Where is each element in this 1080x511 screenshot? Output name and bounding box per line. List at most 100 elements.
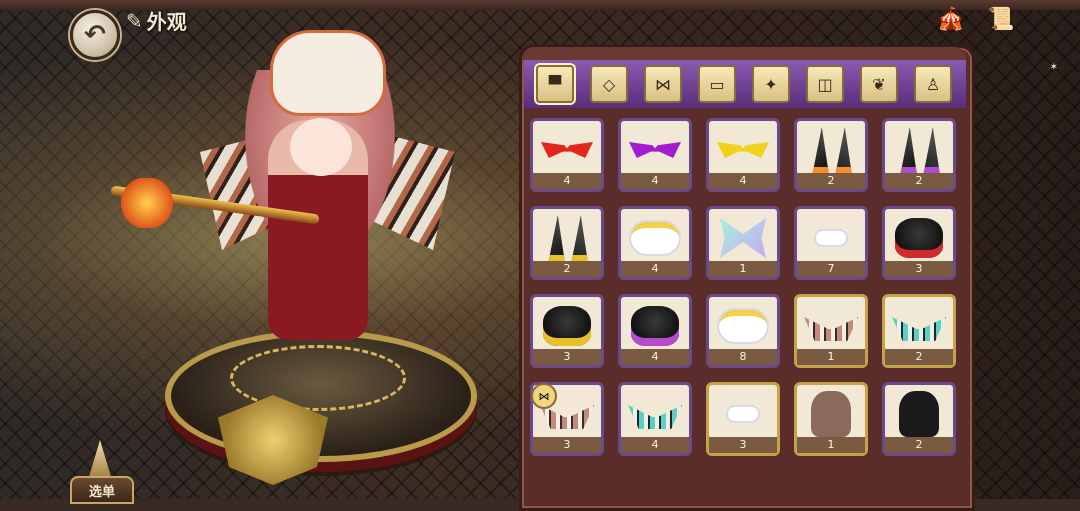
item-slot[interactable]: 3 <box>706 382 780 456</box>
cat-pot-icon <box>895 218 943 258</box>
item-slot[interactable]: 2 <box>882 118 956 192</box>
sparkle-icon: ✶ <box>1049 62 1058 73</box>
glasses-icon <box>717 142 769 158</box>
item-count: 4 <box>621 437 689 453</box>
cloud-crown-icon <box>719 310 767 342</box>
mask-icon: ◇ <box>602 74 616 94</box>
item-art <box>891 303 947 349</box>
item-art <box>627 303 683 349</box>
item-count: 2 <box>797 173 865 189</box>
item-slot[interactable]: 2 <box>882 294 956 368</box>
category-tabs: ▀ ◇ ⋈ ▭ ✦ ◫ ❦ ♙ <box>524 60 966 108</box>
item-slot[interactable]: 2 <box>530 206 604 280</box>
item-count: 4 <box>621 349 689 365</box>
tab-mask[interactable]: ◇ <box>590 65 628 103</box>
item-art <box>627 215 683 261</box>
item-slot[interactable]: 4 <box>618 294 692 368</box>
tab-frame[interactable]: ◫ <box>806 65 844 103</box>
item-art <box>803 127 859 173</box>
item-art <box>715 215 771 261</box>
butterfly-wings-icon <box>720 218 766 258</box>
menu-label: 选单 <box>70 476 134 504</box>
belt-icon: ▭ <box>709 74 725 94</box>
item-art <box>891 391 947 437</box>
cat-pot-icon <box>543 306 591 346</box>
item-slot[interactable]: 4 <box>618 206 692 280</box>
item-slot[interactable]: 2 <box>882 382 956 456</box>
item-count: 8 <box>709 349 777 365</box>
horns-icon <box>548 215 588 261</box>
item-count: 7 <box>797 261 865 277</box>
item-slot[interactable]: 3 <box>882 206 956 280</box>
beast-costume-icon <box>811 391 851 437</box>
item-slot[interactable]: 4 <box>618 382 692 456</box>
item-count: 1 <box>797 349 865 365</box>
item-art <box>539 127 595 173</box>
item-count: 4 <box>621 261 689 277</box>
item-art <box>891 127 947 173</box>
teal-wings-icon <box>892 317 946 341</box>
back-arrow-icon: ↶ <box>84 20 106 50</box>
panel-header-strip <box>522 47 966 61</box>
item-count: 1 <box>797 437 865 453</box>
item-slot[interactable]: 1 <box>794 382 868 456</box>
item-slot[interactable]: ⋈ 3 <box>530 382 604 456</box>
item-art <box>539 215 595 261</box>
item-count: 3 <box>709 437 777 453</box>
item-art <box>715 303 771 349</box>
butterfly-badge-icon: ⋈ <box>531 383 557 409</box>
item-count: 3 <box>885 261 953 277</box>
glasses-icon <box>629 142 681 158</box>
wings-icon <box>804 317 858 341</box>
tab-effects[interactable]: ✦ <box>752 65 790 103</box>
tab-wings[interactable]: ⋈ <box>644 65 682 103</box>
item-art <box>627 391 683 437</box>
horns-icon <box>900 127 940 173</box>
item-slot[interactable]: 7 <box>794 206 868 280</box>
glasses-icon <box>541 142 593 158</box>
beast-costume-icon <box>899 391 939 437</box>
back-button[interactable]: ↶ <box>70 10 120 60</box>
item-grid: 4 4 4 2 2 2 4 1 7 3 3 4 8 1 2 ⋈ 3 4 3 1 2 <box>530 118 960 456</box>
wings-icon: ⋈ <box>655 74 671 94</box>
tab-belt[interactable]: ▭ <box>698 65 736 103</box>
horns-icon <box>812 127 852 173</box>
character-face <box>290 118 352 176</box>
item-slot[interactable]: 1 <box>794 294 868 368</box>
emblem-icon: ❦ <box>872 74 886 94</box>
item-count: 1 <box>709 261 777 277</box>
item-count: 4 <box>709 173 777 189</box>
item-art <box>715 127 771 173</box>
item-slot[interactable]: 8 <box>706 294 780 368</box>
item-count: 4 <box>533 173 601 189</box>
menu-button[interactable]: 选单 <box>66 440 134 504</box>
header: ✎ 外观 <box>126 6 187 35</box>
tab-hat[interactable]: ▀ <box>536 65 574 103</box>
staff-flame <box>112 178 182 228</box>
tab-pose[interactable]: ♙ <box>914 65 952 103</box>
item-slot[interactable]: 3 <box>530 294 604 368</box>
item-slot[interactable]: 4 <box>530 118 604 192</box>
item-count: 3 <box>533 437 601 453</box>
item-art <box>891 215 947 261</box>
item-art <box>715 391 771 437</box>
item-art <box>803 303 859 349</box>
tab-emblem[interactable]: ❦ <box>860 65 898 103</box>
quill-icon: ✎ <box>126 8 143 33</box>
frame-icon: ◫ <box>817 74 833 94</box>
item-art <box>803 391 859 437</box>
item-slot[interactable]: 4 <box>706 118 780 192</box>
item-count: 2 <box>533 261 601 277</box>
item-slot[interactable]: 1 <box>706 206 780 280</box>
cloud-icon <box>816 231 846 245</box>
item-slot[interactable]: 2 <box>794 118 868 192</box>
effects-icon: ✦ <box>764 74 778 94</box>
item-count: 3 <box>533 349 601 365</box>
item-count: 2 <box>885 349 953 365</box>
item-slot[interactable]: 4 <box>618 118 692 192</box>
carousel-tent-icon[interactable]: 🎪 <box>934 2 968 36</box>
teal-wings-icon <box>628 405 682 429</box>
item-art <box>539 303 595 349</box>
notebook-quill-icon[interactable]: 📜 <box>984 2 1018 36</box>
item-count: 2 <box>885 173 953 189</box>
